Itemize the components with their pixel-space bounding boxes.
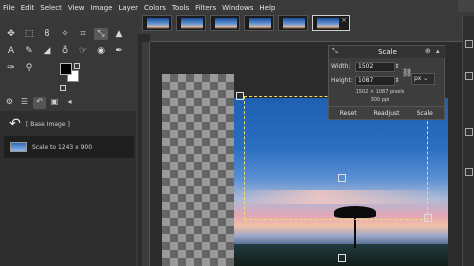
scale-handle[interactable] bbox=[424, 214, 432, 222]
clone-tool-icon[interactable]: ♁ bbox=[58, 45, 72, 57]
smudge-tool-icon[interactable]: ☞ bbox=[76, 45, 90, 57]
history-thumbnail bbox=[10, 142, 27, 152]
history-item[interactable]: ↶ [ Base Image ] bbox=[4, 113, 134, 135]
dock-menu-icon[interactable]: ◂ bbox=[63, 97, 76, 109]
color-picker-tool-icon[interactable]: ✑ bbox=[4, 62, 18, 74]
image-thumbnail bbox=[283, 18, 305, 29]
menu-windows[interactable]: Windows bbox=[219, 4, 256, 12]
path-tool-icon[interactable]: ✒ bbox=[112, 45, 126, 57]
readjust-button[interactable]: Readjust bbox=[367, 106, 406, 119]
undo-arrow-icon: ↶ bbox=[9, 116, 21, 132]
crop-tool-icon[interactable]: ⌗ bbox=[76, 28, 90, 40]
center-handle[interactable] bbox=[338, 174, 346, 182]
dialog-buttons: Reset Readjust Scale bbox=[329, 106, 444, 119]
images-tab-icon[interactable]: ▣ bbox=[48, 97, 61, 109]
close-tab-icon[interactable]: × bbox=[341, 16, 347, 24]
image-tab-active[interactable]: × bbox=[312, 15, 350, 31]
gradients-icon[interactable] bbox=[465, 128, 473, 136]
eraser-tool-icon[interactable]: ◢ bbox=[40, 45, 54, 57]
zoom-tool-icon[interactable]: ⚲ bbox=[22, 62, 36, 74]
history-item-label: Scale to 1243 x 900 bbox=[32, 143, 93, 151]
image-thumbnail bbox=[249, 18, 271, 29]
toolbox-panel: ✥ ⬚ ϐ ✧ ⌗ ⤡ ▲ A ✎ ◢ ♁ ☞ ◉ ✒ ✑ ⚲ ⚙ ☰ ↶ ▣ … bbox=[0, 16, 138, 266]
swap-colors-icon[interactable] bbox=[74, 63, 80, 69]
resolution-info: 300 ppi bbox=[370, 97, 390, 103]
patterns-icon[interactable] bbox=[465, 72, 473, 80]
default-colors-icon[interactable] bbox=[60, 85, 66, 91]
reset-button[interactable]: Reset bbox=[329, 106, 368, 119]
image-thumbnail bbox=[181, 18, 203, 29]
vertical-ruler bbox=[142, 42, 150, 266]
device-status-tab-icon[interactable]: ☰ bbox=[18, 97, 31, 109]
scale-tool-icon: ⤡ bbox=[332, 47, 338, 55]
scale-button[interactable]: Scale bbox=[405, 106, 444, 119]
width-field[interactable]: 1502 bbox=[355, 62, 395, 72]
menu-layer[interactable]: Layer bbox=[115, 4, 141, 12]
scale-handle[interactable] bbox=[338, 254, 346, 262]
fonts-icon[interactable] bbox=[465, 168, 473, 176]
menu-filters[interactable]: Filters bbox=[192, 4, 219, 12]
warp-tool-icon[interactable]: ▲ bbox=[112, 28, 126, 40]
image-tab[interactable] bbox=[176, 15, 206, 31]
move-tool-icon[interactable]: ✥ bbox=[4, 28, 18, 40]
tool-options-tab-icon[interactable]: ⚙ bbox=[3, 97, 16, 109]
attach-icon[interactable]: ⊕ bbox=[425, 47, 431, 55]
undo-history-tab-icon[interactable]: ↶ bbox=[33, 97, 46, 109]
horizontal-ruler bbox=[150, 34, 462, 42]
image-tab[interactable] bbox=[210, 15, 240, 31]
width-label: Width: bbox=[331, 63, 351, 70]
unit-value: px bbox=[414, 75, 422, 82]
menu-view[interactable]: View bbox=[65, 4, 88, 12]
menu-help[interactable]: Help bbox=[256, 4, 278, 12]
image-tab[interactable] bbox=[244, 15, 274, 31]
width-spinner[interactable]: ⇕ bbox=[394, 62, 400, 72]
brushes-icon[interactable] bbox=[465, 40, 473, 48]
right-dock bbox=[462, 16, 474, 266]
close-icon[interactable]: ▴ bbox=[436, 47, 440, 55]
size-info: 1502 × 1087 pixels bbox=[355, 89, 405, 95]
image-thumbnail bbox=[215, 18, 237, 29]
text-tool-icon[interactable]: A bbox=[4, 45, 18, 57]
chain-link-icon[interactable]: ⛓ bbox=[402, 68, 412, 78]
foreground-color-swatch[interactable] bbox=[60, 63, 72, 75]
history-item-selected[interactable]: Scale to 1243 x 900 bbox=[4, 136, 134, 158]
menu-edit[interactable]: Edit bbox=[18, 4, 38, 12]
height-field[interactable]: 1087 bbox=[355, 76, 395, 86]
paintbrush-tool-icon[interactable]: ✎ bbox=[22, 45, 36, 57]
image-tab[interactable] bbox=[278, 15, 308, 31]
scale-tool-icon[interactable]: ⤡ bbox=[94, 28, 108, 40]
menu-tools[interactable]: Tools bbox=[169, 4, 192, 12]
lasso-tool-icon[interactable]: ϐ bbox=[40, 28, 54, 40]
tree-trunk bbox=[354, 216, 356, 248]
image-thumbnail bbox=[317, 18, 339, 29]
image-thumbnail bbox=[147, 18, 169, 29]
fuzzy-select-tool-icon[interactable]: ✧ bbox=[58, 28, 72, 40]
menu-image[interactable]: Image bbox=[88, 4, 116, 12]
menu-colors[interactable]: Colors bbox=[141, 4, 169, 12]
dodge-tool-icon[interactable]: ◉ bbox=[94, 45, 108, 57]
dock-tabs: ⚙ ☰ ↶ ▣ ◂ bbox=[0, 97, 138, 109]
menu-select[interactable]: Select bbox=[37, 4, 65, 12]
scale-handle[interactable] bbox=[236, 92, 244, 100]
history-item-label: [ Base Image ] bbox=[26, 120, 70, 128]
transparent-area bbox=[162, 74, 234, 266]
image-tab[interactable] bbox=[142, 15, 172, 31]
undo-history-panel: ↶ [ Base Image ] Scale to 1243 x 900 bbox=[0, 111, 136, 266]
rect-select-tool-icon[interactable]: ⬚ bbox=[22, 28, 36, 40]
height-label: Height: bbox=[331, 77, 353, 84]
height-spinner[interactable]: ⇕ bbox=[394, 76, 400, 86]
image-tabs: × bbox=[138, 12, 474, 34]
menu-file[interactable]: File bbox=[0, 4, 18, 12]
unit-select[interactable]: px ⌄ bbox=[411, 73, 435, 85]
